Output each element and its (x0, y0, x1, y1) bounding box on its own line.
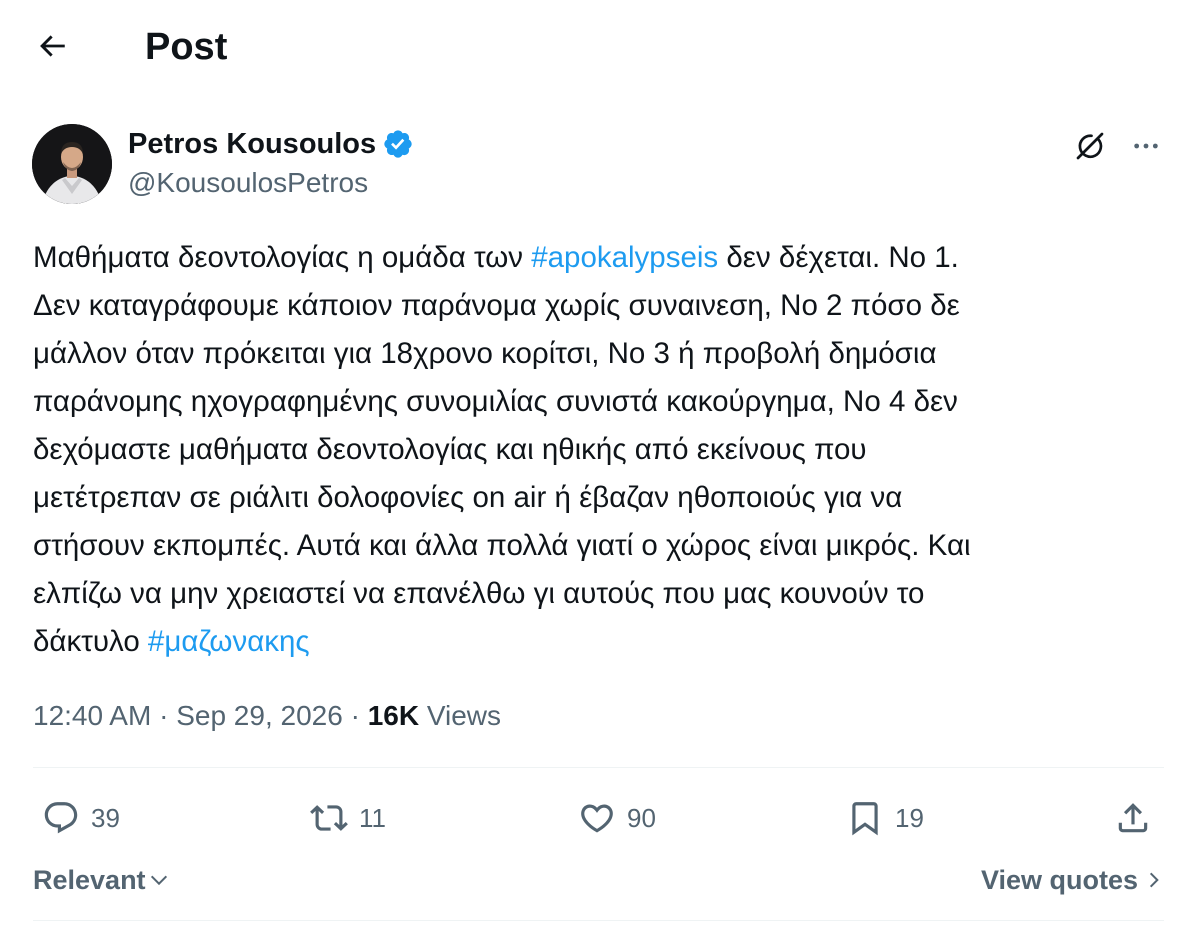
tweet-line: Δεν καταγράφουμε κάποιον παράνομα χωρίς … (33, 289, 960, 322)
header: Post (0, 0, 1198, 95)
sort-label: Relevant (33, 864, 146, 895)
tweet-text-segment: δεν δέχεται. Νο 1. (718, 241, 959, 274)
share-button[interactable] (1113, 790, 1153, 846)
avatar[interactable] (32, 124, 112, 204)
chevron-down-icon (148, 869, 170, 891)
replies-sort-row: Relevant View quotes (33, 860, 1164, 900)
reply-icon (41, 798, 81, 838)
tweet-text: Μαθήματα δεοντολογίας η ομάδα των #apoka… (33, 234, 1168, 666)
meta-separator: · (342, 700, 368, 731)
verified-badge-icon[interactable] (382, 128, 414, 160)
tweet-line: δάκτυλο #μαζωνακης (33, 618, 1168, 666)
chevron-right-icon (1144, 869, 1164, 891)
tweet-meta: 12:40 AM · Sep 29, 2026 · 16K Views (33, 696, 501, 736)
arrow-left-icon (35, 29, 69, 68)
grok-icon[interactable] (1068, 124, 1112, 168)
divider (33, 767, 1164, 768)
tweet-line: δεχόμαστε μαθήματα δεοντολογίας και ηθικ… (33, 433, 867, 466)
divider (33, 920, 1164, 921)
tweet-line: Μαθήματα δεοντολογίας η ομάδα των #apoka… (33, 234, 1168, 282)
views-label: Views (419, 700, 502, 731)
like-count: 90 (627, 803, 656, 833)
reply-button[interactable]: 39 (41, 790, 120, 846)
meta-separator: · (151, 700, 177, 731)
back-button[interactable] (30, 26, 74, 70)
tweet-line: στήσουν εκπομπές. Αυτά και άλλα πολλά γι… (33, 529, 971, 562)
author-handle[interactable]: @KousoulosPetros (128, 164, 368, 202)
repost-button[interactable]: 11 (309, 790, 386, 846)
author-name-row[interactable]: Petros Kousoulos (128, 124, 414, 164)
page-title: Post (145, 26, 228, 68)
like-button[interactable]: 90 (577, 790, 656, 846)
sort-relevant-button[interactable]: Relevant (33, 860, 170, 900)
view-quotes-label: View quotes (980, 864, 1138, 895)
share-icon (1113, 798, 1153, 838)
action-bar: 39 11 90 19 (33, 790, 1164, 846)
more-icon[interactable] (1124, 124, 1168, 168)
hashtag-link[interactable]: #μαζωνακης (148, 625, 310, 658)
tweet-line: παράνομης ηχογραφημένης συνομιλίας συνισ… (33, 385, 958, 418)
tweet-line: μάλλον όταν πρόκειται για 18χρονο κορίτσ… (33, 337, 937, 370)
tweet-time[interactable]: 12:40 AM (33, 700, 151, 731)
tweet-date[interactable]: Sep 29, 2026 (176, 700, 343, 731)
tweet-line: ελπίζω να μην χρειαστεί να επανέλθω γι α… (33, 577, 925, 610)
bookmark-count: 19 (895, 803, 924, 833)
tweet-line: μετέτρεπαν σε ριάλιτι δολοφονίες on air … (33, 481, 903, 514)
bookmark-button[interactable]: 19 (845, 790, 924, 846)
tweet-text-segment: δάκτυλο (33, 625, 148, 658)
heart-icon (577, 798, 617, 838)
views-count: 16K (367, 700, 420, 731)
bookmark-icon (845, 798, 885, 838)
tweet-text-segment: Μαθήματα δεοντολογίας η ομάδα των (33, 241, 532, 274)
view-quotes-link[interactable]: View quotes (981, 860, 1164, 900)
author-name[interactable]: Petros Kousoulos (128, 124, 376, 164)
repost-count: 11 (359, 803, 386, 833)
repost-icon (309, 798, 349, 838)
reply-count: 39 (91, 803, 120, 833)
hashtag-link[interactable]: #apokalypseis (531, 241, 718, 274)
